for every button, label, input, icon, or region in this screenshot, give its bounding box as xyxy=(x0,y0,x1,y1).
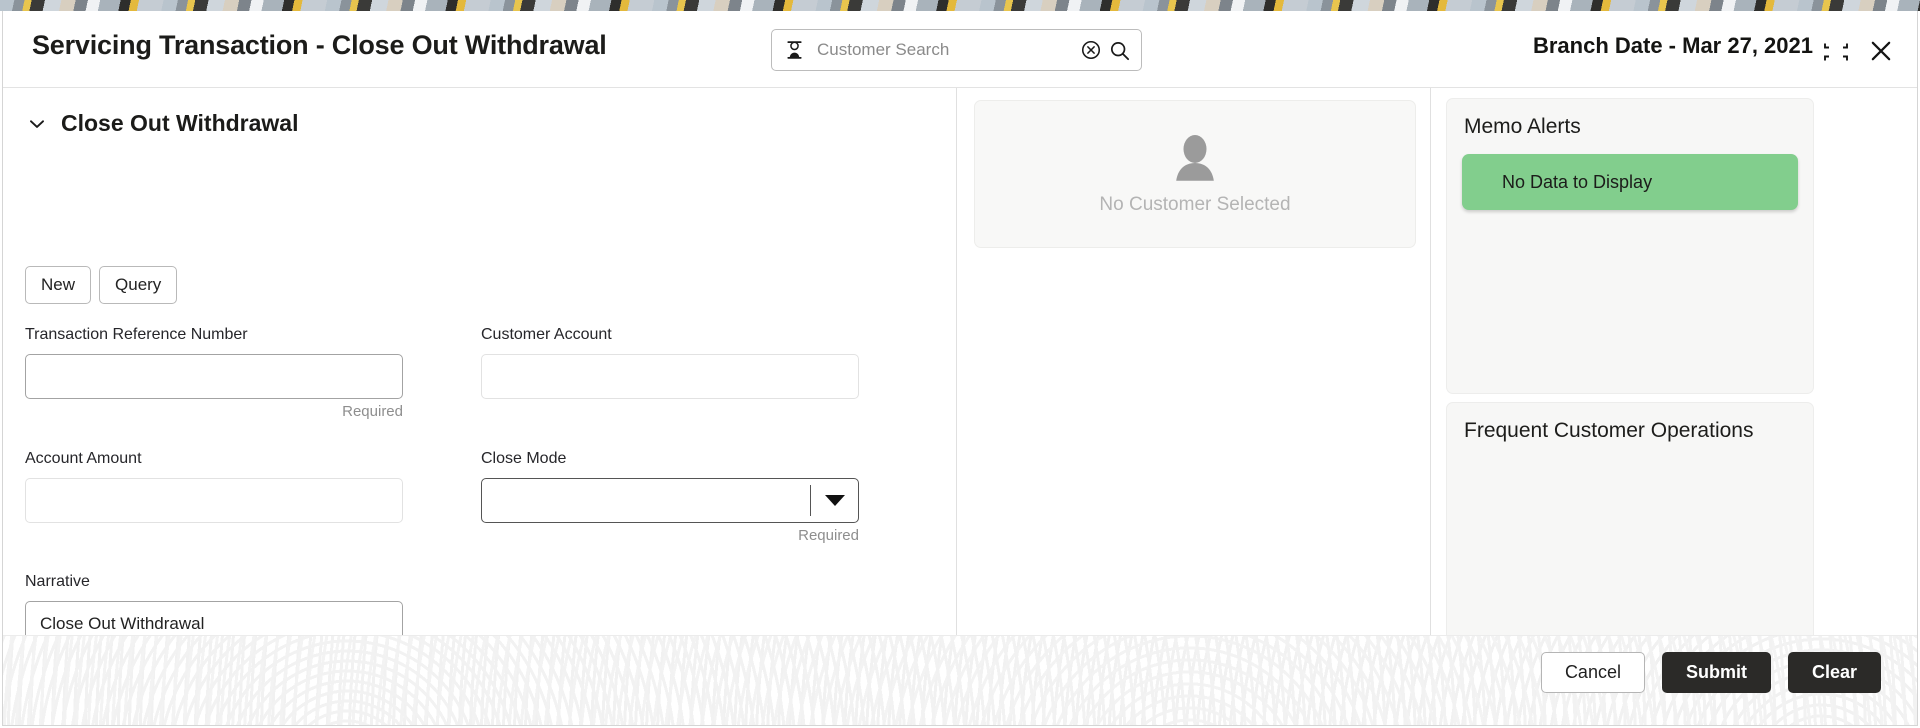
person-icon xyxy=(784,39,805,61)
close-mode-label: Close Mode xyxy=(481,450,567,467)
new-button[interactable]: New xyxy=(25,266,92,304)
customer-account-input[interactable] xyxy=(481,354,859,399)
customer-account-label: Customer Account xyxy=(481,326,612,343)
clear-button[interactable]: Clear xyxy=(1787,652,1881,693)
page-title: Servicing Transaction - Close Out Withdr… xyxy=(32,30,607,60)
narrative-label: Narrative xyxy=(25,573,90,590)
account-amount-label: Account Amount xyxy=(25,450,142,467)
transaction-reference-number-label: Transaction Reference Number xyxy=(25,326,248,343)
cancel-button[interactable]: Cancel xyxy=(1540,652,1645,693)
dialog-body: Close Out Withdrawal New Query Transacti… xyxy=(3,88,1917,725)
transaction-form: Close Out Withdrawal New Query Transacti… xyxy=(3,88,956,725)
frequent-customer-operations-title: Frequent Customer Operations xyxy=(1464,419,1754,442)
field-account-amount: Account Amount xyxy=(25,450,403,523)
close-mode-dropdown-box[interactable] xyxy=(481,478,859,523)
dialog-header: Servicing Transaction - Close Out Withdr… xyxy=(3,11,1917,88)
field-customer-account: Customer Account xyxy=(481,326,859,399)
close-icon[interactable] xyxy=(1867,37,1895,65)
account-amount-input[interactable] xyxy=(25,478,403,523)
memo-alerts-title: Memo Alerts xyxy=(1464,115,1581,138)
no-customer-text: No Customer Selected xyxy=(1099,193,1291,215)
memo-alerts-no-data-chip[interactable]: No Data to Display xyxy=(1462,154,1798,210)
close-mode-dropdown[interactable] xyxy=(481,478,859,523)
dropdown-separator xyxy=(810,485,811,516)
dialog-footer: Cancel Submit Clear xyxy=(3,635,1917,725)
chevron-down-icon xyxy=(27,114,47,134)
no-customer-card: No Customer Selected xyxy=(974,100,1416,248)
restore-down-icon[interactable] xyxy=(1823,41,1848,61)
form-action-buttons: New Query xyxy=(25,266,178,304)
search-input[interactable] xyxy=(805,40,1077,60)
right-sidebar: Memo Alerts No Data to Display Frequent … xyxy=(1431,88,1917,725)
customer-panel: No Customer Selected xyxy=(957,88,1430,725)
user-avatar-icon xyxy=(1167,133,1223,185)
query-button[interactable]: Query xyxy=(99,266,178,304)
field-transaction-reference-number: Transaction Reference Number Required xyxy=(25,326,403,420)
section-title: Close Out Withdrawal xyxy=(61,110,299,136)
branch-date-label: Branch Date - Mar 27, 2021 xyxy=(1532,33,1813,58)
footer-action-buttons: Cancel Submit Clear xyxy=(1540,652,1881,693)
search-icon[interactable] xyxy=(1105,36,1133,64)
submit-button[interactable]: Submit xyxy=(1661,652,1771,693)
background-photo-strip xyxy=(0,0,1920,11)
field-close-mode: Close Mode Required xyxy=(481,450,859,544)
close-mode-required: Required xyxy=(798,527,859,544)
application-window: Servicing Transaction - Close Out Withdr… xyxy=(0,0,1920,728)
transaction-dialog: Servicing Transaction - Close Out Withdr… xyxy=(2,11,1918,726)
transaction-reference-number-input[interactable] xyxy=(25,354,403,399)
dropdown-arrow-icon[interactable] xyxy=(825,495,845,506)
transaction-reference-number-required: Required xyxy=(342,403,403,420)
clear-circle-icon[interactable] xyxy=(1077,36,1105,64)
section-header-close-out-withdrawal[interactable]: Close Out Withdrawal xyxy=(27,110,298,137)
customer-search-box[interactable] xyxy=(771,29,1142,71)
memo-alerts-panel: Memo Alerts No Data to Display xyxy=(1446,98,1814,394)
